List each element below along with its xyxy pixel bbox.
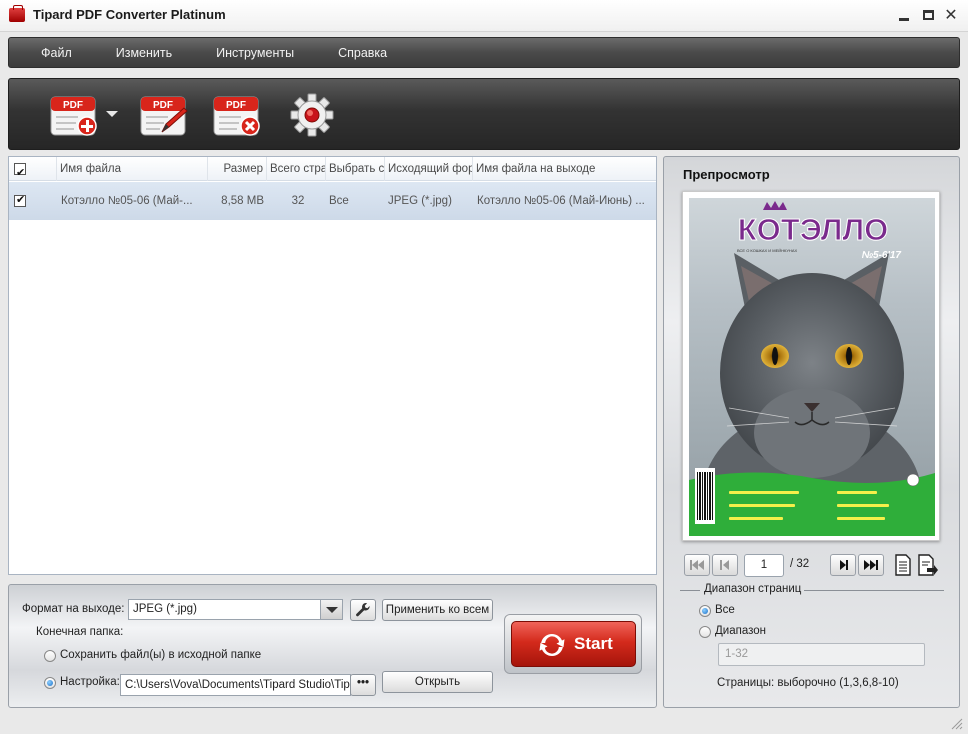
prev-page-icon (720, 560, 729, 570)
cover-brand: КОТЭЛЛО (738, 212, 888, 247)
close-icon: ✕ (944, 5, 958, 24)
start-button-frame: Start (504, 614, 642, 674)
cover-crown-icon (763, 201, 787, 210)
page-export-button[interactable] (917, 554, 939, 576)
window-title: Tipard PDF Converter Platinum (33, 7, 226, 22)
document-export-icon (918, 554, 938, 576)
preview-frame: КОТЭЛЛО №5-6'17 ВСЕ О КОШКАХ И МЕЙНКУНАХ (682, 191, 940, 541)
start-label: Start (574, 634, 613, 653)
next-page-button[interactable] (830, 554, 856, 576)
preview-panel: Препросмотр КОТЭЛЛО №5-6'17 ВСЕ О КОШКАХ… (663, 156, 960, 708)
range-custom-radio[interactable] (699, 626, 711, 638)
format-settings-button[interactable] (350, 599, 376, 621)
last-page-button[interactable] (858, 554, 884, 576)
apply-to-all-button[interactable]: Применить ко всем (382, 599, 493, 621)
output-settings-panel: Формат на выходе: JPEG (*.jpg) Применить… (8, 584, 657, 708)
gear-icon (290, 93, 334, 137)
range-divider-left (680, 590, 700, 591)
cover-tagline: ВСЕ О КОШКАХ И МЕЙНКУНАХ (737, 248, 797, 253)
header-output-format[interactable]: Исходящий форм (385, 157, 473, 181)
custom-folder-radio[interactable] (44, 677, 56, 689)
page-range-title: Диапазон страниц (704, 583, 802, 595)
convert-icon (539, 633, 565, 657)
pages-note: Страницы: выборочно (1,3,6,8-10) (717, 677, 899, 689)
page-view-button[interactable] (894, 554, 912, 576)
save-source-radio[interactable] (44, 650, 56, 662)
menu-file[interactable]: Файл (41, 46, 72, 60)
range-all-radio[interactable] (699, 605, 711, 617)
row-selected-pages[interactable]: Все (326, 182, 385, 220)
add-pdf-icon: PDF (50, 96, 97, 136)
cover-issue: №5-6'17 (862, 250, 902, 261)
add-dropdown-icon[interactable] (106, 111, 118, 117)
row-total-pages: 32 (291, 195, 305, 207)
custom-folder-label[interactable]: Настройка: (60, 676, 120, 688)
next-page-icon (840, 560, 848, 570)
preview-title: Препросмотр (683, 167, 770, 182)
menu-help[interactable]: Справка (338, 46, 387, 60)
browse-button[interactable]: ••• (350, 674, 376, 696)
remove-pdf-icon: PDF (213, 96, 260, 136)
prev-page-button[interactable] (712, 554, 738, 576)
header-select-pages[interactable]: Выбрать ст (326, 157, 385, 181)
range-divider-right (804, 590, 944, 591)
select-all-checkbox[interactable] (14, 161, 26, 181)
remove-pdf-button[interactable]: PDF (213, 94, 261, 138)
output-path-input[interactable]: C:\Users\Vova\Documents\Tipard Studio\Ti… (120, 674, 351, 696)
range-all-label[interactable]: Все (715, 604, 735, 616)
resize-grip-icon[interactable] (949, 716, 963, 730)
header-output-name[interactable]: Имя файла на выходе (473, 157, 658, 181)
page-range-input[interactable]: 1-32 (718, 643, 925, 666)
file-list-header: Имя файла Размер Всего стран Выбрать ст … (9, 157, 656, 181)
dest-folder-label: Конечная папка: (36, 626, 124, 638)
header-size[interactable]: Размер (208, 157, 267, 181)
last-page-icon (864, 560, 878, 570)
row-checkbox[interactable] (14, 193, 26, 207)
header-filename[interactable]: Имя файла (57, 157, 208, 181)
header-select-all[interactable] (9, 157, 57, 181)
save-source-label[interactable]: Сохранить файл(ы) в исходной папке (60, 649, 261, 661)
row-filename: Котэлло №05-06 (Май-... (61, 195, 193, 207)
add-pdf-label: PDF (63, 100, 83, 111)
menu-bar: Файл Изменить Инструменты Справка (8, 37, 960, 68)
row-size: 8,58 MB (221, 195, 264, 207)
first-page-icon (690, 560, 704, 570)
file-list: Имя файла Размер Всего стран Выбрать ст … (8, 156, 657, 575)
magazine-cover-image: КОТЭЛЛО №5-6'17 ВСЕ О КОШКАХ И МЕЙНКУНАХ (689, 201, 935, 536)
title-bar: Tipard PDF Converter Platinum ✕ (0, 0, 968, 32)
chevron-down-icon[interactable] (320, 600, 342, 619)
remove-pdf-label: PDF (226, 100, 246, 111)
document-icon (895, 554, 911, 576)
page-number-input[interactable]: 1 (744, 554, 784, 577)
edit-pdf-button[interactable]: PDF (140, 94, 188, 138)
format-select[interactable]: JPEG (*.jpg) (128, 599, 343, 620)
page-total: / 32 (790, 558, 810, 570)
close-button[interactable]: ✕ (940, 5, 962, 25)
maximize-icon (922, 10, 934, 20)
minimize-button[interactable] (893, 5, 915, 25)
add-pdf-button[interactable]: PDF (50, 94, 98, 138)
open-folder-button[interactable]: Открыть (382, 671, 493, 693)
row-output-name: Котэлло №05-06 (Май-Июнь) ... (477, 195, 645, 207)
maximize-button[interactable] (917, 5, 939, 25)
settings-button[interactable] (290, 93, 338, 137)
wrench-icon (356, 603, 370, 617)
first-page-button[interactable] (684, 554, 710, 576)
row-output-format[interactable]: JPEG (*.jpg) (385, 182, 473, 220)
start-button[interactable]: Start (511, 621, 636, 667)
menu-tools[interactable]: Инструменты (216, 46, 294, 60)
toolbar: PDF PDF PDF (8, 78, 960, 150)
app-logo-icon (9, 5, 25, 22)
minimize-icon (899, 17, 909, 21)
menu-edit[interactable]: Изменить (116, 46, 172, 60)
edit-pdf-icon: PDF (140, 96, 188, 136)
edit-pdf-label: PDF (153, 100, 173, 111)
table-row[interactable]: Котэлло №05-06 (Май-... 8,58 MB 32 Все J… (9, 182, 656, 220)
range-custom-label[interactable]: Диапазон (715, 625, 766, 637)
preview-image: КОТЭЛЛО №5-6'17 ВСЕ О КОШКАХ И МЕЙНКУНАХ (689, 198, 935, 536)
format-select-value: JPEG (*.jpg) (133, 603, 197, 615)
format-label: Формат на выходе: (22, 603, 125, 615)
header-total-pages[interactable]: Всего стран (267, 157, 326, 181)
